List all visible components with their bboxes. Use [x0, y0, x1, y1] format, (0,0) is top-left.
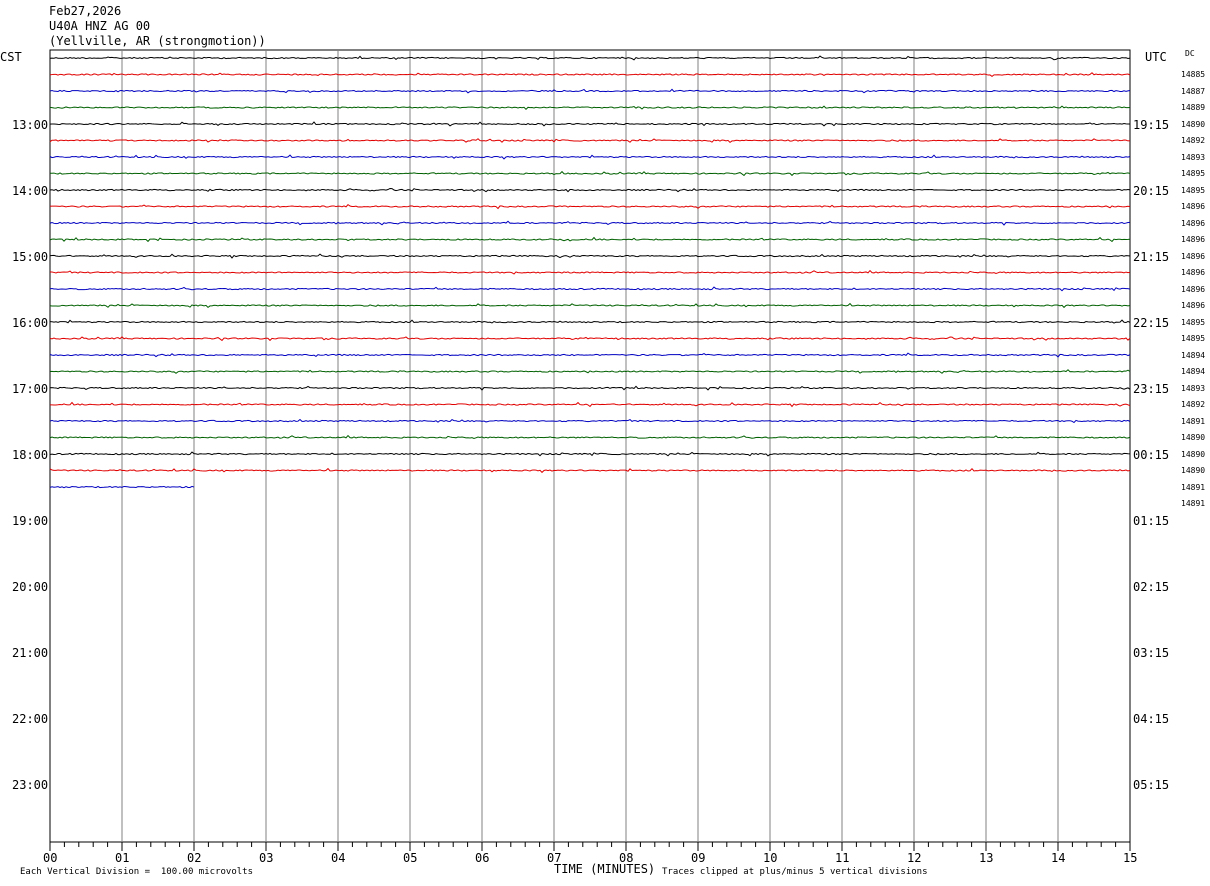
x-tick-label: 03: [259, 851, 274, 865]
trace-line: [49, 336, 1131, 342]
dc-offset-label: 14891: [1181, 416, 1206, 426]
utc-hour-label: 05:15: [1133, 778, 1170, 792]
x-tick-label: 11: [835, 851, 850, 865]
trace-line: [49, 72, 1131, 78]
x-tick-label: 04: [331, 851, 346, 865]
utc-hour-label: 03:15: [1133, 646, 1170, 660]
dc-offset-label: 14892: [1181, 400, 1206, 409]
trace-line: [49, 467, 1131, 474]
trace-line: [49, 385, 1131, 391]
cst-hour-label: 19:00: [12, 514, 49, 528]
utc-hour-label: 04:15: [1133, 712, 1170, 726]
dc-offset-label: 14896: [1181, 301, 1206, 310]
x-tick-label: 06: [475, 851, 490, 865]
dc-offset-label: 14894: [1181, 350, 1206, 360]
clip-note: Traces clipped at plus/minus 5 vertical …: [662, 867, 928, 877]
x-tick-label: 14: [1051, 851, 1066, 865]
dc-offset-label: 14889: [1181, 103, 1206, 112]
dc-offset-label: 14896: [1181, 251, 1206, 261]
dc-offset-label: 14890: [1181, 433, 1206, 442]
cst-hour-label: 15:00: [12, 250, 49, 264]
scale-note: Each Vertical Division = 100.00 microvol…: [20, 867, 253, 877]
trace-line: [49, 121, 1131, 127]
utc-hour-label: 00:15: [1133, 448, 1170, 462]
cst-hour-label: 21:00: [12, 646, 49, 660]
x-tick-label: 10: [763, 851, 778, 865]
cst-hour-label: 18:00: [12, 448, 49, 462]
trace-line: [49, 269, 1131, 275]
x-tick-label: 01: [115, 851, 130, 865]
utc-hour-label: 02:15: [1133, 580, 1170, 594]
dc-offset-label: 14896: [1181, 268, 1206, 277]
x-axis-title: TIME (MINUTES): [554, 862, 656, 876]
trace-line: [49, 319, 1131, 324]
cst-hour-label: 13:00: [12, 118, 49, 132]
trace-line: [49, 88, 1131, 94]
x-tick-label: 02: [187, 851, 202, 865]
utc-hour-label: 20:15: [1133, 184, 1170, 198]
trace-line: [49, 286, 1131, 292]
dc-offset-label: 14891: [1181, 499, 1206, 508]
seismogram-plot: [49, 49, 1131, 851]
trace-line: [49, 369, 1131, 374]
trace-line: [49, 434, 1131, 440]
dc-offset-label: 14892: [1181, 136, 1206, 145]
dc-offset-label: 14895: [1181, 185, 1206, 195]
dc-offset-label: 14896: [1181, 284, 1206, 294]
dc-offset-label: 14896: [1181, 202, 1206, 211]
trace-line: [49, 138, 1131, 144]
cst-hour-label: 17:00: [12, 382, 49, 396]
utc-hour-label: 21:15: [1133, 250, 1170, 264]
trace-line: [49, 170, 1131, 177]
trace-line: [49, 187, 1131, 193]
dc-offset-label: 14891: [1181, 482, 1206, 492]
dc-offset-label: 14894: [1181, 367, 1206, 376]
cst-hour-label: 14:00: [12, 184, 49, 198]
x-tick-label: 13: [979, 851, 994, 865]
trace-line: [49, 352, 1131, 358]
trace-line: [49, 236, 1131, 243]
trace-line: [49, 105, 1131, 111]
trace-line: [49, 401, 1131, 408]
dc-offset-label: 14893: [1181, 383, 1206, 393]
x-tick-label: 15: [1123, 851, 1138, 865]
utc-hour-label: 19:15: [1133, 118, 1170, 132]
x-tick-label: 09: [691, 851, 706, 865]
trace-line: [49, 154, 1131, 160]
x-tick-label: 00: [43, 851, 58, 865]
trace-line: [49, 302, 1131, 309]
dc-offset-label: 14890: [1181, 119, 1206, 129]
dc-offset-label: 14896: [1181, 235, 1206, 244]
cst-hour-label: 20:00: [12, 580, 49, 594]
x-tick-label: 12: [907, 851, 922, 865]
dc-offset-label: 14895: [1181, 317, 1206, 327]
trace-line: [49, 203, 1131, 210]
x-tick-label: 05: [403, 851, 418, 865]
trace-line: [49, 418, 1131, 424]
dc-offset-label: 14885: [1181, 70, 1206, 79]
dc-offset-label: 14895: [1181, 334, 1206, 343]
cst-hour-label: 22:00: [12, 712, 49, 726]
cst-hour-label: 16:00: [12, 316, 49, 330]
trace-line: [49, 253, 1131, 259]
dc-offset-label: 14887: [1181, 86, 1206, 96]
trace-line: [49, 55, 1131, 61]
cst-hour-label: 23:00: [12, 778, 49, 792]
dc-offset-label: 14896: [1181, 218, 1206, 228]
trace-line: [49, 220, 1131, 226]
dc-offset-label: 14895: [1181, 169, 1206, 178]
plot-frame: [49, 49, 1131, 843]
trace-line: [49, 451, 1131, 457]
utc-hour-label: 22:15: [1133, 316, 1170, 330]
dc-offset-label: 14893: [1181, 152, 1206, 162]
utc-hour-label: 23:15: [1133, 382, 1170, 396]
utc-hour-label: 01:15: [1133, 514, 1170, 528]
dc-offset-label: 14890: [1181, 466, 1206, 475]
dc-offset-label: 14890: [1181, 449, 1206, 459]
